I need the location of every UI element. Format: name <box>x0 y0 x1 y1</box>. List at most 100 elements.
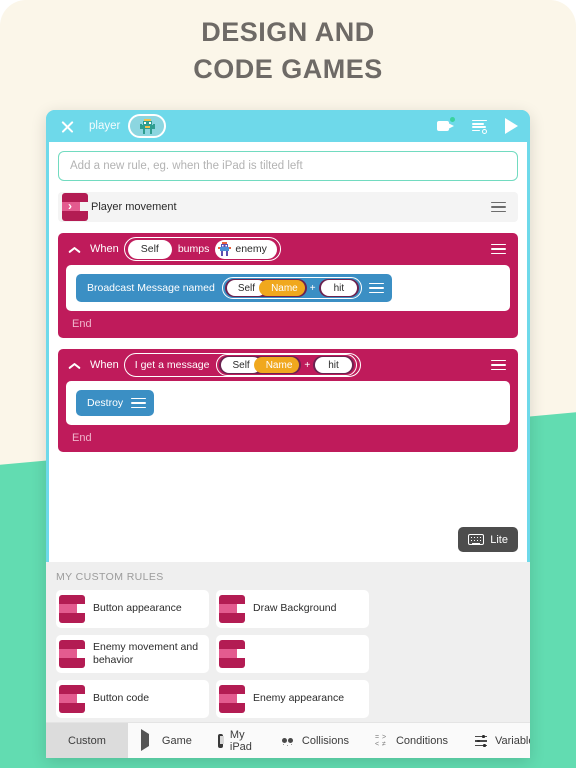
player-sprite-icon <box>139 118 155 134</box>
play-icon[interactable] <box>505 118 518 134</box>
hamburger-icon[interactable] <box>131 397 147 409</box>
puzzle-piece-icon <box>59 640 87 668</box>
keyboard-icon <box>468 534 485 545</box>
variable-pill[interactable]: Self Name <box>219 356 302 374</box>
conditions-icon: = > < ≠ <box>374 733 387 748</box>
toolbar-actions <box>437 117 518 134</box>
hamburger-icon[interactable] <box>491 201 506 213</box>
new-rule-input[interactable]: Add a new rule, eg. when the iPad is til… <box>58 151 518 181</box>
hamburger-icon[interactable] <box>491 243 506 255</box>
operator-label: + <box>304 359 311 371</box>
custom-rules-drawer: MY CUSTOM RULES Button appearance Draw B… <box>46 562 530 722</box>
list-item-label: Enemy appearance <box>253 692 345 705</box>
list-item[interactable]: Button appearance <box>56 590 209 628</box>
variables-icon <box>474 734 488 748</box>
rule-end-label: End <box>72 318 92 330</box>
condition-group[interactable]: Self bumps enemy <box>123 237 281 261</box>
character-name-label: player <box>89 120 121 132</box>
variable-property: Name <box>253 357 300 373</box>
message-expression[interactable]: Self Name + hit <box>221 277 363 299</box>
operator-label: + <box>309 282 316 294</box>
block-label: Destroy <box>87 397 124 409</box>
list-item-label: Enemy movement and behavior <box>93 640 199 666</box>
block-label: Broadcast Message named <box>87 282 215 294</box>
rule-when-self-bumps-enemy: When Self bumps enemy Broadcast Message … <box>58 233 518 338</box>
rule-header[interactable]: When I get a message Self Name + hit <box>58 349 518 381</box>
tab-collisions[interactable]: Collisions <box>268 723 362 759</box>
app-toolbar: player <box>46 110 530 142</box>
list-item[interactable]: Button code <box>56 680 209 718</box>
rule-body: Broadcast Message named Self Name + hit <box>66 265 510 311</box>
list-item[interactable]: Enemy movement and behavior <box>56 635 209 673</box>
puzzle-piece-icon <box>219 595 247 623</box>
puzzle-piece-icon <box>219 640 247 668</box>
literal-pill[interactable]: hit <box>318 279 360 297</box>
variable-pill[interactable]: Self Name <box>224 279 307 297</box>
bottom-tab-bar: Custom Game My iPad Collisions = > < ≠ Cond… <box>46 722 530 758</box>
close-icon[interactable] <box>60 119 75 134</box>
video-camera-icon[interactable] <box>437 117 455 132</box>
ipad-icon <box>217 733 224 748</box>
tab-label: Collisions <box>301 734 349 747</box>
tab-label: Variables <box>494 734 530 747</box>
tab-custom[interactable]: Custom <box>46 722 128 758</box>
block-broadcast-message[interactable]: Broadcast Message named Self Name + hit <box>76 274 393 302</box>
condition-object-label: enemy <box>235 243 267 255</box>
new-rule-placeholder: Add a new rule, eg. when the iPad is til… <box>70 160 303 172</box>
rule-collapsed-player-movement[interactable]: › Player movement <box>58 192 518 222</box>
enemy-sprite-icon <box>218 241 232 256</box>
list-item-label: Button appearance <box>93 602 182 615</box>
literal-value: hit <box>315 357 352 373</box>
condition-group[interactable]: I get a message Self Name + hit <box>123 353 361 377</box>
play-icon <box>140 728 149 751</box>
rule-header[interactable]: When Self bumps enemy <box>58 233 518 265</box>
chevron-up-icon[interactable] <box>68 361 81 370</box>
custom-rules-grid: Button appearance Draw Background Enemy … <box>56 590 520 722</box>
literal-value: hit <box>320 280 358 296</box>
puzzle-piece-icon <box>59 595 87 623</box>
tab-label: Custom <box>68 734 106 747</box>
avatar[interactable] <box>128 114 167 138</box>
tab-game[interactable]: Game <box>128 723 205 759</box>
rules-list-icon[interactable] <box>472 119 487 134</box>
rules-canvas: Add a new rule, eg. when the iPad is til… <box>49 142 527 562</box>
puzzle-piece-icon <box>59 685 87 713</box>
rule-title: Player movement <box>91 201 177 213</box>
app-window: player Add a new rule, eg. when the iPad… <box>46 110 530 758</box>
list-item[interactable]: Draw Background <box>216 590 369 628</box>
condition-object[interactable]: enemy <box>215 239 277 259</box>
list-item-label: Draw Background <box>253 602 337 615</box>
hamburger-icon[interactable] <box>369 282 385 294</box>
collisions-icon <box>281 734 295 748</box>
chevron-up-icon[interactable] <box>68 245 81 254</box>
rule-when-i-get-a-message: When I get a message Self Name + hit Des… <box>58 349 518 452</box>
page-title-line-1: DESIGN AND <box>201 17 375 47</box>
when-label: When <box>90 359 119 371</box>
tab-my-ipad[interactable]: My iPad <box>205 723 268 759</box>
page-title: DESIGN AND CODE GAMES <box>0 14 576 89</box>
variable-property: Name <box>259 280 305 296</box>
condition-verb: bumps <box>177 243 210 255</box>
tab-conditions[interactable]: = > < ≠ Conditions <box>362 723 461 759</box>
list-item[interactable] <box>216 635 369 673</box>
hamburger-icon[interactable] <box>491 359 506 371</box>
puzzle-piece-icon <box>219 685 247 713</box>
rule-end-label: End <box>72 432 92 444</box>
lite-badge[interactable]: Lite <box>458 527 518 552</box>
puzzle-piece-icon: › <box>62 193 90 221</box>
page-title-line-2: CODE GAMES <box>193 54 383 85</box>
list-item-label: Button code <box>93 692 150 705</box>
when-label: When <box>90 243 119 255</box>
rule-body: Destroy <box>66 381 510 425</box>
message-expression[interactable]: Self Name + hit <box>216 354 357 376</box>
tab-label: My iPad <box>229 728 252 753</box>
tab-label: Conditions <box>395 734 448 747</box>
block-destroy[interactable]: Destroy <box>76 390 155 416</box>
tab-label: Game <box>161 734 192 747</box>
literal-pill[interactable]: hit <box>313 356 354 374</box>
custom-rules-title: MY CUSTOM RULES <box>56 571 164 583</box>
condition-subject[interactable]: Self <box>127 239 172 259</box>
list-item[interactable]: Enemy appearance <box>216 680 369 718</box>
lite-badge-label: Lite <box>490 533 508 546</box>
tab-variables[interactable]: Variables <box>461 723 530 759</box>
